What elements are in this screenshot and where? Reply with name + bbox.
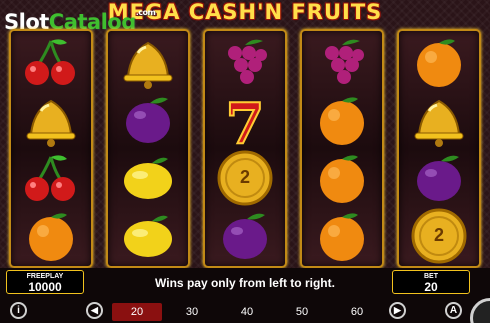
bell-icon: [414, 99, 464, 147]
info-button[interactable]: i: [10, 302, 27, 319]
plum-icon: [223, 213, 267, 259]
cherries-icon: [25, 155, 75, 201]
orange-icon: [417, 39, 461, 87]
reel-5: 2: [397, 29, 481, 268]
bet-option-50[interactable]: 50: [277, 303, 327, 321]
cherries-icon: [25, 39, 75, 85]
orange-icon: [320, 97, 364, 145]
coin-symbol: 2: [205, 149, 285, 207]
reel-1: [9, 29, 93, 268]
coin-symbol: 2: [399, 207, 479, 265]
lemon-icon: [124, 157, 172, 199]
reel-3: 7 2: [203, 29, 287, 268]
lemon-icon: [124, 215, 172, 257]
bet-decrease-button[interactable]: ◀: [86, 302, 103, 319]
bet-option-30[interactable]: 30: [167, 303, 217, 321]
plum-icon: [126, 97, 170, 143]
orange-icon: [320, 213, 364, 261]
grapes-icon: [228, 39, 267, 84]
svg-text:7: 7: [226, 91, 265, 149]
bet-option-60[interactable]: 60: [332, 303, 382, 321]
info-message: Wins pay only from left to right.: [155, 276, 335, 290]
bet-option-40[interactable]: 40: [222, 303, 272, 321]
bet-value: 20: [424, 280, 438, 294]
plum-icon: [417, 155, 461, 201]
bell-icon: [123, 41, 173, 89]
bet-box: BET 20: [392, 270, 470, 294]
coin-value: 2: [239, 167, 250, 187]
reel-4: [300, 29, 384, 268]
orange-icon: [29, 213, 73, 261]
coin-value: 2: [433, 225, 444, 245]
reel-2: [106, 29, 190, 268]
freeplay-value: 10000: [28, 280, 62, 294]
slot-game: MEGA CASH'N FRUITS SlotCatalog.com 7 2 2…: [0, 0, 490, 323]
grapes-icon: [325, 39, 364, 84]
seven-icon: 7: [225, 91, 266, 149]
orange-icon: [320, 155, 364, 203]
bet-increase-button[interactable]: ▶: [389, 302, 406, 319]
bet-option-20[interactable]: 20: [112, 303, 162, 321]
freeplay-box: FREEPLAY 10000: [6, 270, 84, 294]
bell-icon: [26, 99, 76, 147]
autoplay-button[interactable]: A: [445, 302, 462, 319]
reel-area: 7 2 2: [9, 29, 482, 268]
